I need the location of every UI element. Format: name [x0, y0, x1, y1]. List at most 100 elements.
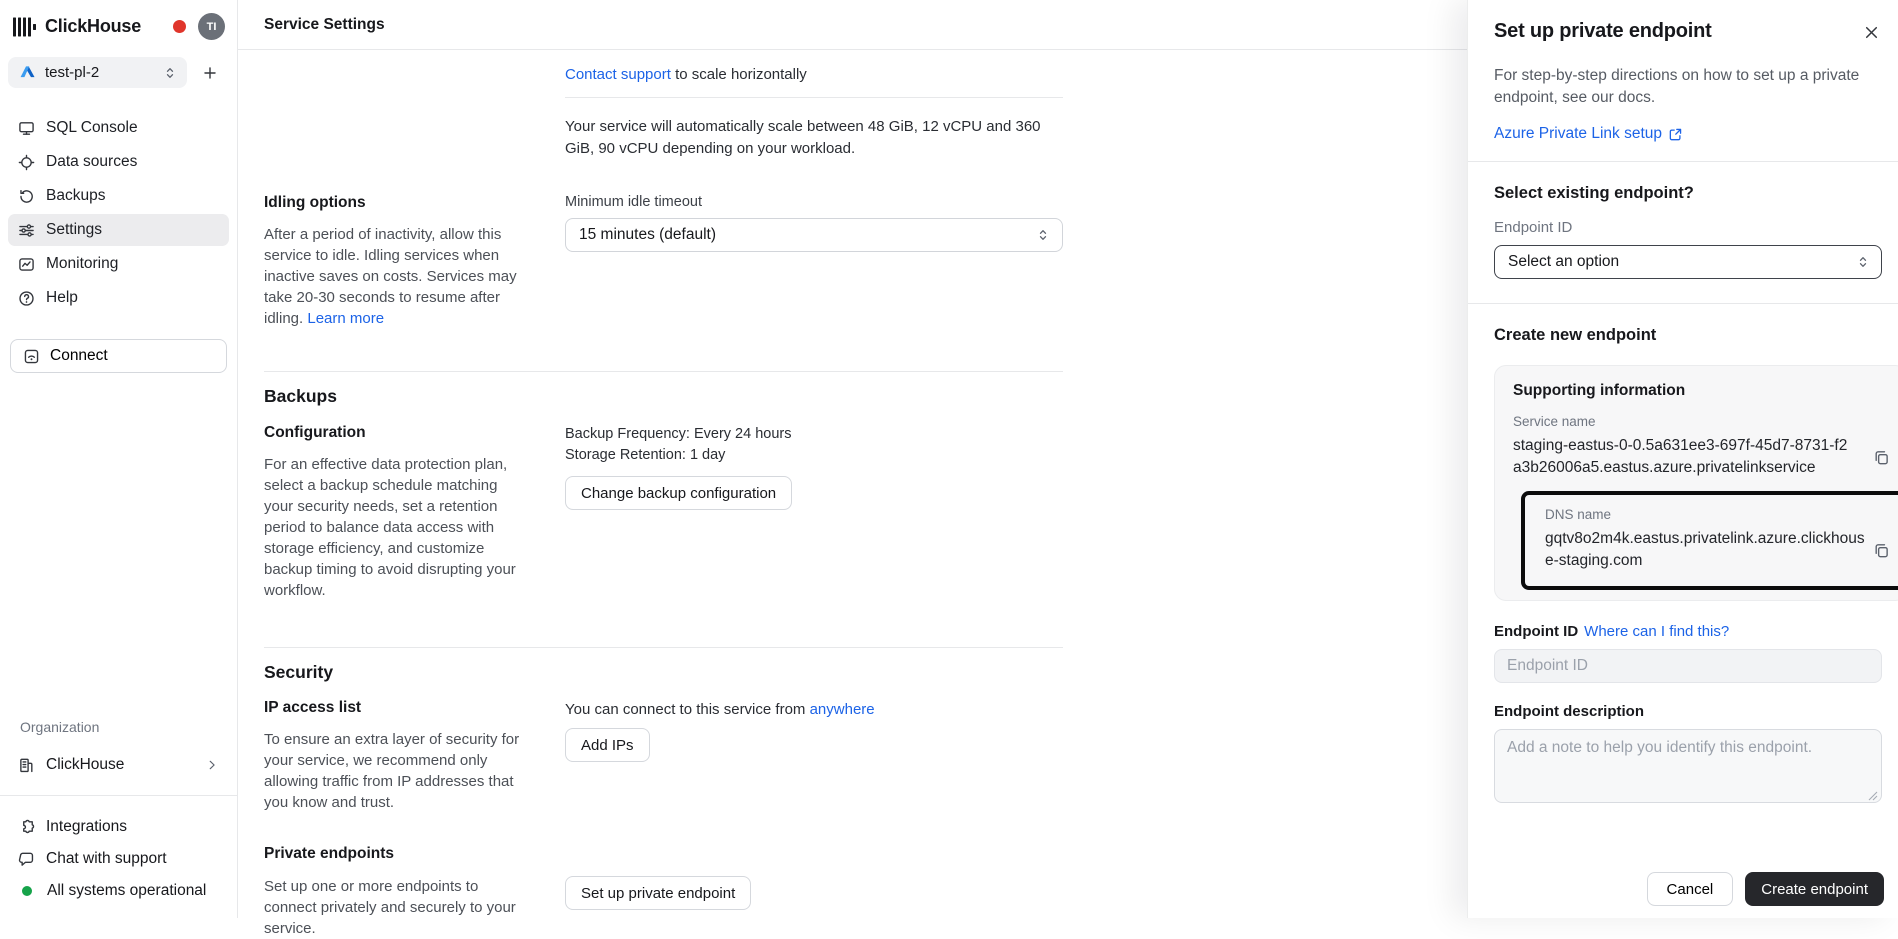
chevron-updown-icon [1036, 227, 1050, 243]
endpoint-description-label: Endpoint description [1494, 703, 1644, 720]
divider [264, 647, 1063, 648]
dns-name-value: gqtv8o2m4k.eastus.privatelink.azure.clic… [1545, 528, 1871, 572]
idle-timeout-label: Minimum idle timeout [565, 194, 1063, 210]
cancel-button[interactable]: Cancel [1647, 872, 1734, 906]
anywhere-link[interactable]: anywhere [810, 701, 875, 718]
settings-sliders-icon [18, 222, 35, 239]
select-existing-title: Select existing endpoint? [1468, 184, 1898, 203]
backup-frequency-value: Backup Frequency: Every 24 hours [565, 424, 1063, 445]
idling-options-title: Idling options [264, 194, 526, 212]
sidebar-item-sql-console[interactable]: SQL Console [8, 112, 229, 144]
existing-endpoint-id-label: Endpoint ID [1468, 219, 1898, 236]
sidebar-item-data-sources[interactable]: Data sources [8, 146, 229, 178]
existing-endpoint-select-value: Select an option [1508, 253, 1619, 271]
building-icon [18, 757, 35, 774]
panel-description: For step-by-step directions on how to se… [1468, 65, 1898, 109]
scaling-suffix: to scale horizontally [675, 66, 807, 83]
nav-label: SQL Console [46, 119, 138, 137]
endpoint-id-input[interactable] [1494, 649, 1882, 683]
backups-config-row: Configuration For an effective data prot… [264, 424, 1467, 601]
settings-body: Contact support to scale horizontally Yo… [238, 50, 1467, 939]
chat-support-label: Chat with support [46, 850, 167, 868]
private-endpoints-description: Set up one or more endpoints to connect … [264, 876, 526, 939]
scaling-contact-row: Contact support to scale horizontally [565, 66, 1467, 83]
status-label: All systems operational [47, 882, 206, 900]
main-content: Service Settings Contact support to scal… [238, 0, 1467, 918]
connect-button[interactable]: Connect [10, 339, 227, 373]
service-name-row: staging-eastus-0-0.5a631ee3-697f-45d7-87… [1513, 435, 1898, 479]
avatar[interactable]: TI [198, 13, 225, 40]
idle-timeout-select[interactable]: 15 minutes (default) [565, 218, 1063, 252]
storage-retention-value: Storage Retention: 1 day [565, 445, 1063, 466]
sidebar-item-help[interactable]: Help [8, 282, 229, 314]
backups-icon [18, 188, 35, 205]
organization-block: Organization ClickHouse Integrations [0, 719, 237, 918]
nav-label: Data sources [46, 153, 137, 171]
setup-private-endpoint-button[interactable]: Set up private endpoint [565, 876, 751, 910]
sidebar-item-monitoring[interactable]: Monitoring [8, 248, 229, 280]
chat-bubble-icon [18, 851, 35, 868]
endpoint-id-label-row: Endpoint ID Where can I find this? [1468, 623, 1898, 640]
divider [565, 97, 1063, 98]
add-ips-button[interactable]: Add IPs [565, 728, 650, 762]
sidebar-footer: Integrations Chat with support All syste… [0, 796, 237, 918]
system-status-item[interactable]: All systems operational [8, 876, 229, 906]
create-new-endpoint-title: Create new endpoint [1468, 326, 1898, 345]
close-icon[interactable] [1859, 20, 1884, 45]
backup-config-title: Configuration [264, 424, 526, 442]
clickhouse-logo-icon [12, 16, 37, 38]
connect-label: Connect [50, 347, 108, 365]
dns-name-highlight-box: DNS name gqtv8o2m4k.eastus.privatelink.a… [1521, 491, 1898, 590]
status-green-dot [22, 886, 32, 896]
sidebar-item-backups[interactable]: Backups [8, 180, 229, 212]
create-endpoint-button[interactable]: Create endpoint [1745, 872, 1884, 906]
panel-footer: Cancel Create endpoint [1468, 872, 1898, 918]
azure-docs-link-label: Azure Private Link setup [1494, 125, 1662, 143]
panel-header: Set up private endpoint [1468, 20, 1898, 45]
integrations-label: Integrations [46, 818, 127, 836]
service-selector-value: test-pl-2 [45, 64, 99, 81]
panel-title: Set up private endpoint [1494, 20, 1712, 43]
contact-support-link[interactable]: Contact support [565, 66, 671, 83]
organization-label: Organization [0, 719, 237, 735]
azure-docs-link[interactable]: Azure Private Link setup [1468, 125, 1898, 143]
main-header: Service Settings [238, 0, 1467, 50]
sidebar-item-chat-support[interactable]: Chat with support [8, 844, 229, 874]
private-endpoints-title: Private endpoints [264, 845, 1467, 863]
service-selector[interactable]: test-pl-2 [8, 57, 187, 88]
existing-endpoint-select[interactable]: Select an option [1494, 245, 1882, 279]
copy-icon[interactable] [1871, 540, 1892, 561]
sidebar-item-integrations[interactable]: Integrations [8, 812, 229, 842]
service-name-value: staging-eastus-0-0.5a631ee3-697f-45d7-87… [1513, 435, 1853, 479]
ip-access-title: IP access list [264, 699, 526, 717]
where-can-i-find-this-link[interactable]: Where can I find this? [1584, 623, 1729, 640]
private-endpoints-row: Set up one or more endpoints to connect … [264, 876, 1467, 939]
nav-label: Monitoring [46, 255, 118, 273]
sidebar: ClickHouse TI test-pl-2 [0, 0, 238, 918]
organization-item[interactable]: ClickHouse [8, 749, 229, 781]
add-service-button[interactable] [195, 58, 225, 88]
supporting-information-title: Supporting information [1513, 382, 1898, 400]
page-title: Service Settings [264, 16, 385, 34]
chevron-right-icon [205, 758, 219, 772]
brand-name: ClickHouse [45, 16, 141, 37]
learn-more-link[interactable]: Learn more [307, 310, 384, 327]
endpoint-id-label: Endpoint ID [1494, 623, 1578, 640]
endpoint-description-textarea[interactable] [1494, 729, 1882, 803]
connect-icon [23, 348, 40, 365]
change-backup-config-button[interactable]: Change backup configuration [565, 476, 792, 510]
idling-options-row: Idling options After a period of inactiv… [264, 194, 1467, 329]
service-name-label: Service name [1513, 414, 1898, 429]
dns-name-row: gqtv8o2m4k.eastus.privatelink.azure.clic… [1545, 528, 1898, 572]
backups-section-title: Backups [264, 386, 1467, 407]
scaling-description: Your service will automatically scale be… [565, 116, 1045, 160]
help-icon [18, 290, 35, 307]
azure-icon [20, 65, 35, 80]
sidebar-item-settings[interactable]: Settings [8, 214, 229, 246]
nav-label: Help [46, 289, 78, 307]
private-endpoint-panel: Set up private endpoint For step-by-step… [1467, 0, 1898, 918]
divider [264, 371, 1063, 372]
copy-icon[interactable] [1871, 447, 1892, 468]
monitoring-icon [18, 256, 35, 273]
chevron-updown-icon [163, 65, 177, 81]
